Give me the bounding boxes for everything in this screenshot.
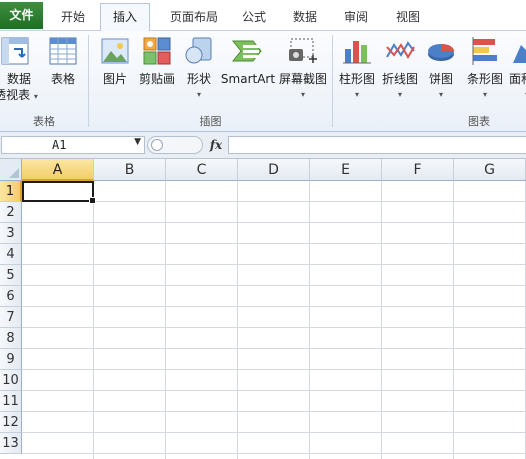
row-header-12[interactable]: 12: [0, 412, 22, 433]
row-header-5[interactable]: 5: [0, 265, 22, 286]
shapes-button[interactable]: 形状 ▾: [179, 33, 219, 113]
row-header-1[interactable]: 1: [0, 181, 22, 202]
circle-icon: [151, 139, 163, 151]
gridline: [22, 201, 526, 202]
worksheet-grid[interactable]: A B C D E F G 1 2 3 4 5 6 7 8 9 10 11 12…: [0, 159, 526, 459]
gridline: [22, 222, 526, 223]
tab-page-layout[interactable]: 页面布局: [158, 6, 230, 28]
gridline: [22, 285, 526, 286]
chevron-down-icon: ▾: [397, 90, 402, 99]
row-header-7[interactable]: 7: [0, 307, 22, 328]
formula-input[interactable]: [228, 136, 526, 154]
picture-icon: [99, 35, 131, 70]
row-header-13[interactable]: 13: [0, 433, 22, 454]
column-header-e[interactable]: E: [310, 159, 382, 181]
chevron-down-icon: ▾: [507, 90, 526, 99]
screenshot-button[interactable]: 屏幕截图 ▾: [277, 33, 329, 113]
row-header-11[interactable]: 11: [0, 391, 22, 412]
tab-review[interactable]: 审阅: [334, 6, 378, 28]
gridline: [22, 348, 526, 349]
gridline: [22, 264, 526, 265]
formula-bar-expand-handle[interactable]: [147, 136, 203, 154]
line-chart-icon: [384, 35, 416, 70]
column-header-c[interactable]: C: [166, 159, 238, 181]
line-chart-button[interactable]: 折线图 ▾: [379, 33, 421, 113]
row-header-9[interactable]: 9: [0, 349, 22, 370]
screenshot-icon: [287, 35, 319, 70]
shapes-icon: [183, 35, 215, 70]
bar-chart-button[interactable]: 条形图 ▾: [461, 33, 509, 113]
group-illustrations: 图片 剪贴画 形状 ▾ SmartArt 屏幕截图 ▾ 插图: [89, 31, 332, 131]
chevron-down-icon: ▾: [438, 90, 443, 99]
group-tables: 数据 透视表 ▾ 表格 表格: [0, 31, 88, 131]
tab-insert[interactable]: 插入: [100, 3, 150, 31]
tab-home[interactable]: 开始: [49, 6, 97, 28]
gridline: [22, 243, 526, 244]
tab-view[interactable]: 视图: [386, 6, 430, 28]
gridline: [22, 453, 526, 454]
gridline: [22, 411, 526, 412]
chevron-down-icon: ▾: [300, 90, 305, 99]
group-charts: 柱形图 ▾ 折线图 ▾ 饼图 ▾ 条形图 ▾ 面 图表: [333, 31, 526, 131]
select-all-button[interactable]: [0, 159, 22, 181]
gridline: [22, 369, 526, 370]
smartart-button[interactable]: SmartArt: [219, 33, 277, 113]
column-header-d[interactable]: D: [238, 159, 310, 181]
group-label-tables: 表格: [33, 115, 55, 128]
column-header-g[interactable]: G: [454, 159, 526, 181]
clipart-button[interactable]: 剪贴画: [135, 33, 179, 113]
chevron-down-icon: ▾: [354, 90, 359, 99]
active-cell-a1[interactable]: [22, 181, 96, 204]
column-header-a[interactable]: A: [22, 159, 94, 181]
pivot-table-button[interactable]: 数据 透视表 ▾: [0, 33, 40, 113]
gridline: [22, 432, 526, 433]
row-header-2[interactable]: 2: [0, 202, 22, 223]
gridline: [22, 306, 526, 307]
row-header-6[interactable]: 6: [0, 286, 22, 307]
gridline: [22, 327, 526, 328]
name-box[interactable]: A1 ▼: [1, 136, 145, 154]
chevron-down-icon[interactable]: ▼: [134, 137, 141, 147]
group-label-charts: 图表: [468, 115, 490, 128]
formula-bar: A1 ▼ fx: [0, 132, 526, 159]
group-label-illustrations: 插图: [199, 115, 222, 128]
tab-formulas[interactable]: 公式: [232, 6, 276, 28]
column-header-b[interactable]: B: [94, 159, 166, 181]
row-header-8[interactable]: 8: [0, 328, 22, 349]
table-button[interactable]: 表格: [42, 33, 84, 113]
pivot-table-icon: [0, 35, 32, 70]
row-header-10[interactable]: 10: [0, 370, 22, 391]
table-icon: [47, 35, 79, 70]
smartart-icon: [231, 35, 265, 70]
tab-file[interactable]: 文件: [0, 2, 43, 29]
column-chart-button[interactable]: 柱形图 ▾: [335, 33, 379, 113]
chevron-down-icon: ▾: [196, 90, 201, 99]
row-header-4[interactable]: 4: [0, 244, 22, 265]
pie-chart-icon: [425, 35, 457, 70]
gridline: [22, 390, 526, 391]
name-box-value: A1: [52, 138, 67, 152]
insert-function-button[interactable]: fx: [205, 136, 227, 154]
tab-data[interactable]: 数据: [283, 6, 327, 28]
chevron-down-icon: ▾: [482, 90, 487, 99]
picture-button[interactable]: 图片: [95, 33, 135, 113]
ribbon-tabs: 文件 开始 插入 页面布局 公式 数据 审阅 视图: [0, 0, 526, 31]
ribbon-insert: 数据 透视表 ▾ 表格 表格 图片 剪贴画 形状 ▾ SmartArt 屏幕截图…: [0, 31, 526, 132]
column-header-f[interactable]: F: [382, 159, 454, 181]
column-chart-icon: [341, 35, 373, 70]
area-chart-button[interactable]: 面积图 ▾: [507, 33, 526, 113]
bar-chart-icon: [469, 35, 501, 70]
clipart-icon: [141, 35, 173, 70]
pie-chart-button[interactable]: 饼图 ▾: [421, 33, 461, 113]
area-chart-icon: [511, 35, 526, 70]
row-header-3[interactable]: 3: [0, 223, 22, 244]
chevron-down-icon: ▾: [33, 92, 38, 101]
